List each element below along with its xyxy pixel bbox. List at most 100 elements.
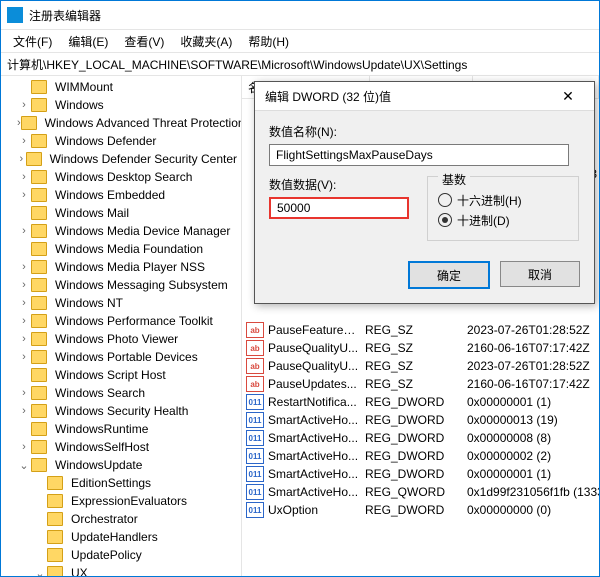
menu-favorites[interactable]: 收藏夹(A) [174,31,238,52]
folder-icon [31,458,47,472]
tree-item[interactable]: Windows Script Host [1,366,241,384]
cell-type: REG_SZ [359,323,461,337]
value-icon: 011 [246,394,264,410]
tree-item[interactable]: ›Windows Search [1,384,241,402]
tree-twisty-icon[interactable]: › [17,171,31,183]
tree-item[interactable]: › Windows Messaging Subsystem [1,276,241,294]
tree-item[interactable]: › Windows [1,96,241,114]
cell-name: SmartActiveHo... [268,485,359,499]
cell-type: REG_DWORD [359,413,461,427]
menubar: 文件(F) 编辑(E) 查看(V) 收藏夹(A) 帮助(H) [1,30,599,53]
cancel-button[interactable]: 取消 [500,261,580,287]
radio-dec-row[interactable]: 十进制(D) [438,210,568,230]
tree-twisty-icon[interactable]: › [17,99,31,111]
tree-item[interactable]: EditionSettings [1,474,241,492]
table-row[interactable]: abPauseFeatureU...REG_SZ2023-07-26T01:28… [242,321,599,339]
radio-hex-row[interactable]: 十六进制(H) [438,190,568,210]
folder-icon [47,494,63,508]
tree-item-label: Windows Messaging Subsystem [55,278,228,292]
menu-file[interactable]: 文件(F) [7,31,58,52]
tree-twisty-icon[interactable]: › [17,189,31,201]
tree-item[interactable]: ›Windows NT [1,294,241,312]
tree-twisty-icon[interactable]: › [17,441,31,453]
table-row[interactable]: 011RestartNotifica...REG_DWORD0x00000001… [242,393,599,411]
folder-icon [26,152,42,166]
value-icon: ab [246,358,264,374]
tree-twisty-icon[interactable]: › [17,387,31,399]
folder-icon [31,314,47,328]
table-row[interactable]: abPauseQualityU...REG_SZ2160-06-16T07:17… [242,339,599,357]
close-icon[interactable]: ✕ [552,88,584,105]
tree-item[interactable]: Orchestrator [1,510,241,528]
tree-item[interactable]: › Windows Defender [1,132,241,150]
tree-item[interactable]: ›Windows Performance Toolkit [1,312,241,330]
cell-type: REG_DWORD [359,449,461,463]
tree-item[interactable]: ⌄WindowsUpdate [1,456,241,474]
tree-item[interactable]: ExpressionEvaluators [1,492,241,510]
tree-twisty-icon[interactable]: ⌄ [17,459,31,472]
tree-twisty-icon[interactable]: ⌄ [33,567,47,577]
tree-twisty-icon[interactable]: › [17,261,31,273]
tree-item[interactable]: › Windows Media Player NSS [1,258,241,276]
folder-icon [31,206,47,220]
tree-item[interactable]: ⌄UX [1,564,241,576]
tree-item[interactable]: Windows Media Foundation [1,240,241,258]
address-bar[interactable]: 计算机\HKEY_LOCAL_MACHINE\SOFTWARE\Microsof… [1,53,599,76]
cell-name: PauseUpdates... [268,377,359,391]
value-name-input[interactable] [269,144,569,166]
tree-twisty-icon[interactable]: › [17,225,31,237]
tree-item-label: Windows Defender [55,134,156,148]
tree-item[interactable]: UpdatePolicy [1,546,241,564]
tree-item[interactable]: ›Windows Media Device Manager [1,222,241,240]
tree-item[interactable]: ›Windows Portable Devices [1,348,241,366]
tree-twisty-icon[interactable]: › [17,315,31,327]
table-row[interactable]: abPauseQualityU...REG_SZ2023-07-26T01:28… [242,357,599,375]
table-row[interactable]: 011SmartActiveHo...REG_DWORD0x00000013 (… [242,411,599,429]
table-row[interactable]: 011SmartActiveHo...REG_DWORD0x00000001 (… [242,465,599,483]
tree-item[interactable]: ›Windows Defender Security Center [1,150,241,168]
tree-item[interactable]: ›WindowsSelfHost [1,438,241,456]
tree-item[interactable]: WindowsRuntime [1,420,241,438]
tree-item[interactable]: ›Windows Advanced Threat Protection [1,114,241,132]
cell-name: SmartActiveHo... [268,449,359,463]
value-icon: 011 [246,430,264,446]
tree-twisty-icon[interactable]: › [17,333,31,345]
radio-dec[interactable] [438,213,452,227]
folder-icon [31,368,47,382]
tree-item-label: Windows Mail [55,206,129,220]
tree-twisty-icon[interactable]: › [17,351,31,363]
radio-hex[interactable] [438,193,452,207]
menu-help[interactable]: 帮助(H) [242,31,295,52]
table-row[interactable]: 011SmartActiveHo...REG_DWORD0x00000008 (… [242,429,599,447]
tree-twisty-icon[interactable]: › [17,153,26,165]
menu-edit[interactable]: 编辑(E) [62,31,114,52]
tree-twisty-icon[interactable]: › [17,135,31,147]
tree-item-label: Windows [55,98,104,112]
tree-item[interactable]: ›Windows Desktop Search [1,168,241,186]
table-row[interactable]: 011SmartActiveHo...REG_DWORD0x00000002 (… [242,447,599,465]
folder-icon [31,242,47,256]
tree-item-label: Windows Media Player NSS [55,260,205,274]
table-row[interactable]: abPauseUpdates...REG_SZ2160-06-16T07:17:… [242,375,599,393]
folder-icon [31,260,47,274]
folder-icon [31,386,47,400]
tree-item[interactable]: Windows Mail [1,204,241,222]
cell-data: 2023-07-26T01:28:52Z [461,359,599,373]
tree-twisty-icon[interactable]: › [17,405,31,417]
tree-twisty-icon[interactable]: › [17,279,31,291]
tree-item[interactable]: WIMMount [1,78,241,96]
ok-button[interactable]: 确定 [408,261,490,289]
cell-name: PauseQualityU... [268,359,359,373]
tree-twisty-icon[interactable]: › [17,297,31,309]
menu-view[interactable]: 查看(V) [118,31,170,52]
value-icon: 011 [246,502,264,518]
tree-item[interactable]: ›Windows Embedded [1,186,241,204]
table-row[interactable]: 011UxOptionREG_DWORD0x00000000 (0) [242,501,599,519]
tree-pane[interactable]: WIMMount › Windows ›Windows Advanced Threat… [1,76,242,576]
cell-type: REG_SZ [359,377,461,391]
tree-item[interactable]: UpdateHandlers [1,528,241,546]
table-row[interactable]: 011SmartActiveHo...REG_QWORD0x1d99f23105… [242,483,599,501]
tree-item[interactable]: ›Windows Security Health [1,402,241,420]
value-data-input[interactable] [269,197,409,219]
tree-item[interactable]: ›Windows Photo Viewer [1,330,241,348]
